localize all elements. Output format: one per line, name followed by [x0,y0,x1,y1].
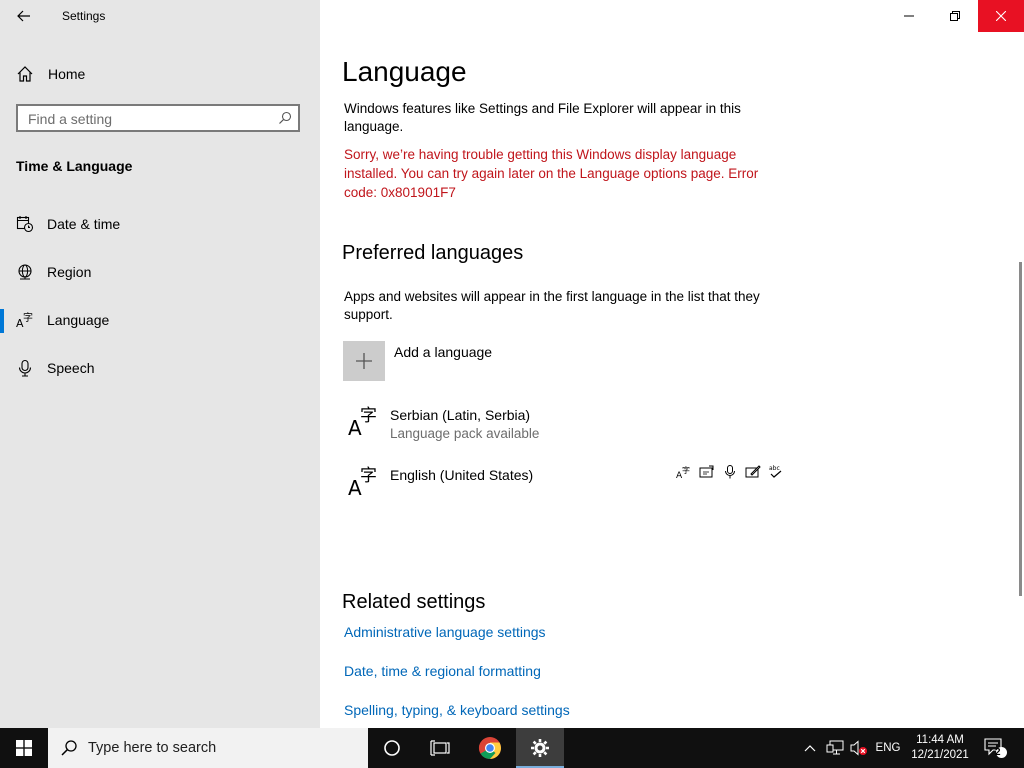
cortana-icon [384,740,400,756]
chrome-icon [479,737,501,759]
speech-recognition-icon [721,464,739,480]
volume-muted-icon [850,740,867,756]
language-name: English (United States) [390,467,534,483]
error-message: Sorry, we’re having trouble getting this… [344,147,759,200]
back-arrow-icon [17,10,30,22]
home-icon [17,66,33,82]
svg-text:字: 字 [360,466,377,486]
sidebar-item-language[interactable]: A字 Language [0,301,320,341]
settings-search-box[interactable] [16,104,300,132]
taskbar-search-box[interactable]: Type here to search [48,728,368,768]
clock-button[interactable]: 11:44 AM 12/21/2021 [906,728,974,768]
gear-icon [531,739,549,757]
action-center-button[interactable]: 2 [978,728,1014,768]
globe-icon [18,264,32,280]
language-name: Serbian (Latin, Serbia) [390,407,531,423]
svg-text:字: 字 [23,311,33,324]
restore-icon [950,11,960,21]
back-button[interactable] [12,6,36,26]
input-language-indicator: ENG [875,742,901,754]
sidebar-item-label: Speech [47,360,95,376]
section-title: Time & Language [16,158,133,174]
calendar-clock-icon [16,216,34,233]
sidebar-item-label: Date & time [47,216,121,232]
chevron-up-icon [804,745,816,752]
add-language-label: Add a language [394,344,493,360]
language-feature-icons: A字 abc [675,464,785,480]
task-view-button[interactable] [416,728,464,768]
home-label: Home [48,66,86,82]
clock-date: 12/21/2021 [911,749,969,761]
network-button[interactable] [824,728,846,768]
search-icon [61,740,77,756]
volume-button[interactable] [848,728,870,768]
close-icon [996,11,1006,21]
related-settings-heading: Related settings [342,591,486,613]
preferred-languages-description: Apps and websites will appear in the fir… [344,289,760,322]
taskbar: Type here to search ENG 11:44 AM 12/21/2… [0,728,1024,768]
text-to-speech-icon [698,464,716,480]
windows-logo-icon [16,740,32,756]
preferred-languages-heading: Preferred languages [342,242,524,264]
cortana-button[interactable] [368,728,416,768]
sidebar-item-label: Region [47,264,92,280]
scrollbar[interactable] [1019,262,1022,596]
language-item-english[interactable]: A字 English (United States) A字 abc [343,464,783,514]
notification-count: 2 [995,747,1001,758]
home-nav-item[interactable]: Home [0,60,320,88]
add-language-button[interactable]: Add a language [343,341,543,381]
language-icon: A字 [16,311,33,329]
sidebar-item-date-time[interactable]: Date & time [0,205,320,245]
input-language-button[interactable]: ENG [872,728,904,768]
language-icon: A字 [348,406,377,438]
app-title: Settings [62,9,106,23]
display-language-icon: A字 [675,464,693,480]
minimize-icon [904,15,914,17]
clock-time: 11:44 AM [916,734,964,746]
regional-formatting-link[interactable]: Date, time & regional formatting [344,663,541,679]
active-indicator [0,309,4,333]
language-description: Windows features like Settings and File … [344,101,741,134]
settings-search-input[interactable] [26,109,270,129]
chrome-taskbar-button[interactable] [466,728,514,768]
language-icon: A字 [348,466,377,498]
language-status: Language pack available [390,426,540,441]
network-icon [826,740,844,755]
title-bar: Settings [0,0,320,32]
minimize-button[interactable] [886,0,932,32]
sidebar-item-label: Language [47,312,110,328]
page-title: Language [342,56,467,87]
plus-icon [343,341,385,381]
keyboard-settings-link[interactable]: Spelling, typing, & keyboard settings [344,702,570,718]
svg-text:abc: abc [769,465,780,472]
task-view-icon [430,740,450,756]
svg-text:字: 字 [360,406,377,426]
admin-language-settings-link[interactable]: Administrative language settings [344,624,546,640]
taskbar-search-text: Type here to search [88,740,217,756]
handwriting-icon [744,464,762,480]
sidebar: Settings Home Time & Language Date & tim… [0,0,320,728]
search-icon[interactable] [278,111,292,125]
language-item-serbian[interactable]: A字 Serbian (Latin, Serbia) Language pack… [343,404,783,454]
microphone-icon [18,359,32,377]
close-button[interactable] [978,0,1024,32]
sidebar-item-region[interactable]: Region [0,253,320,293]
start-button[interactable] [0,728,48,768]
sidebar-item-speech[interactable]: Speech [0,349,320,389]
show-hidden-icons-button[interactable] [800,728,820,768]
restore-button[interactable] [932,0,978,32]
settings-taskbar-button[interactable] [516,728,564,768]
svg-text:字: 字 [682,465,690,475]
spell-check-icon: abc [767,464,785,480]
